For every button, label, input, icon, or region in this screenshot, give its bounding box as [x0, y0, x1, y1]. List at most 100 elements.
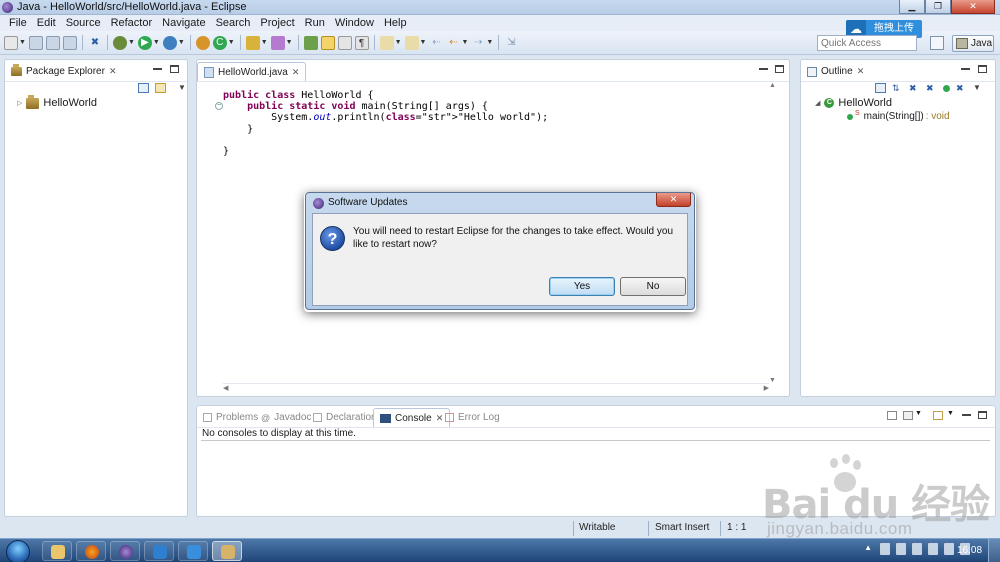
menu-window[interactable]: Window [330, 17, 379, 29]
save-all-icon[interactable] [45, 35, 60, 50]
close-tab-icon[interactable]: ✕ [857, 66, 865, 77]
scroll-right-icon[interactable]: ▶ [764, 384, 769, 392]
fold-toggle-icon[interactable]: − [215, 102, 223, 110]
minimize-view-icon[interactable] [962, 414, 971, 416]
show-desktop-button[interactable] [988, 539, 1000, 562]
chevron-down-icon[interactable]: ▼ [228, 39, 235, 46]
chevron-down-icon[interactable]: ▼ [420, 39, 427, 46]
scroll-down-icon[interactable]: ▼ [769, 377, 776, 384]
menu-navigate[interactable]: Navigate [157, 17, 210, 29]
print-icon[interactable] [62, 35, 77, 50]
collapse-all-icon[interactable] [138, 83, 149, 93]
volume-icon[interactable] [944, 543, 954, 555]
minimize-view-icon[interactable] [153, 68, 162, 70]
dialog-close-button[interactable]: ✕ [656, 193, 691, 207]
taskbar-app-security[interactable] [144, 541, 174, 561]
open-type-icon[interactable] [245, 35, 260, 50]
network-icon[interactable] [928, 543, 938, 555]
menu-file[interactable]: File [4, 17, 32, 29]
hide-fields-icon[interactable]: ✖ [909, 83, 920, 93]
skip-breakpoints-icon[interactable]: ✖ [88, 36, 102, 50]
taskbar-app-eclipse[interactable] [110, 541, 140, 561]
hide-static-icon[interactable]: ✖ [926, 83, 937, 93]
chevron-down-icon[interactable]: ▼ [19, 39, 26, 46]
close-window-button[interactable]: ✕ [951, 0, 995, 14]
taskbar-app-firefox[interactable] [76, 541, 106, 561]
perspective-java-button[interactable]: Java [952, 35, 994, 52]
quick-access-input[interactable] [817, 35, 917, 51]
collapse-all-icon[interactable] [875, 83, 886, 93]
menu-search[interactable]: Search [211, 17, 256, 29]
no-button[interactable]: No [620, 277, 686, 296]
new-icon[interactable] [4, 35, 18, 50]
pin-editor-icon[interactable]: ⇲ [504, 36, 518, 50]
tab-error-log[interactable]: Error Log [439, 408, 506, 427]
taskbar-clock[interactable]: 16:08 [957, 545, 982, 556]
maximize-view-icon[interactable] [978, 411, 987, 419]
maximize-view-icon[interactable] [775, 65, 784, 73]
hide-local-types-icon[interactable]: ✖ [956, 83, 967, 93]
chevron-down-icon[interactable]: ▼ [947, 410, 954, 417]
chevron-down-icon[interactable]: ▼ [286, 39, 293, 46]
taskbar-app-explorer[interactable] [42, 541, 72, 561]
minimize-view-icon[interactable] [961, 68, 970, 70]
tree-expand-icon[interactable]: ▷ [17, 99, 22, 107]
menu-help[interactable]: Help [379, 17, 412, 29]
display-console-icon[interactable] [903, 411, 913, 420]
tab-outline[interactable]: Outline ✕ [801, 62, 870, 81]
menu-run[interactable]: Run [300, 17, 330, 29]
save-icon[interactable] [28, 35, 43, 50]
chevron-down-icon[interactable]: ▼ [178, 39, 185, 46]
view-menu-icon[interactable]: ▼ [178, 83, 186, 93]
last-edit-icon[interactable]: ⇠ [429, 36, 443, 50]
tray-icon[interactable] [880, 543, 890, 555]
tab-package-explorer[interactable]: Package Explorer ✕ [5, 62, 122, 81]
maximize-button[interactable]: ❐ [925, 0, 951, 14]
chevron-down-icon[interactable]: ▼ [153, 39, 160, 46]
run-icon[interactable]: ▶ [137, 35, 152, 50]
tab-helloworld-java[interactable]: HelloWorld.java ✕ [197, 62, 307, 81]
tray-icon[interactable] [912, 543, 922, 555]
back-icon[interactable]: ⇠ [446, 36, 460, 50]
external-tools-icon[interactable] [162, 35, 177, 50]
code-editor[interactable]: public class HelloWorld { public static … [223, 90, 548, 157]
close-tab-icon[interactable]: ✕ [109, 66, 117, 77]
maximize-view-icon[interactable] [170, 65, 179, 73]
tray-icon[interactable] [896, 543, 906, 555]
debug-icon[interactable] [112, 35, 127, 50]
editor-horizontal-scrollbar[interactable]: ◀ ▶ [223, 383, 769, 392]
view-menu-icon[interactable]: ▼ [973, 83, 984, 93]
open-console-icon[interactable] [887, 411, 897, 420]
tree-collapse-icon[interactable]: ◢ [815, 99, 820, 107]
chevron-down-icon[interactable]: ▼ [128, 39, 135, 46]
taskbar-app-upload-tool[interactable] [178, 541, 208, 561]
previous-annotation-icon[interactable] [404, 35, 419, 50]
forward-icon[interactable]: ⇢ [471, 36, 485, 50]
outline-item-method[interactable]: S main(String[]) : void [847, 110, 950, 122]
open-perspective-icon[interactable] [930, 36, 944, 50]
menu-source[interactable]: Source [61, 17, 106, 29]
word-wrap-icon[interactable] [337, 35, 352, 50]
toggle-block-selection-icon[interactable] [320, 35, 335, 50]
close-tab-icon[interactable]: ✕ [292, 67, 300, 78]
chevron-down-icon[interactable]: ▼ [261, 39, 268, 46]
sort-icon[interactable]: ⇅ [892, 83, 903, 93]
minimize-view-icon[interactable] [759, 68, 768, 70]
menu-project[interactable]: Project [255, 17, 299, 29]
taskbar-app-java[interactable] [212, 541, 242, 561]
chevron-down-icon[interactable]: ▼ [915, 410, 922, 417]
tray-expand-icon[interactable]: ▲ [864, 543, 872, 555]
menu-edit[interactable]: Edit [32, 17, 61, 29]
chevron-down-icon[interactable]: ▼ [461, 39, 468, 46]
start-button[interactable] [6, 540, 30, 562]
scroll-left-icon[interactable]: ◀ [223, 384, 228, 392]
chevron-down-icon[interactable]: ▼ [395, 39, 402, 46]
search-icon[interactable] [270, 35, 285, 50]
yes-button[interactable]: Yes [549, 277, 615, 296]
hide-non-public-icon[interactable] [943, 85, 950, 92]
show-whitespace-icon[interactable]: ¶ [354, 35, 369, 50]
new-package-icon[interactable] [195, 35, 210, 50]
link-with-editor-icon[interactable] [155, 83, 166, 93]
toggle-mark-occurrences-icon[interactable] [303, 35, 318, 50]
maximize-view-icon[interactable] [978, 65, 987, 73]
